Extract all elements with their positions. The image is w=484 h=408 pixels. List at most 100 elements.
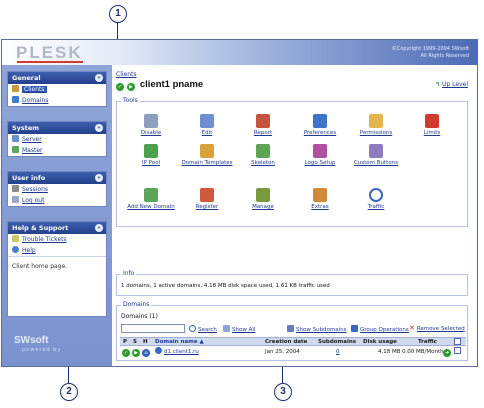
col-creation-date[interactable]: Creation date: [265, 338, 307, 346]
traffic-icon: [369, 188, 383, 202]
sidebar-item-master[interactable]: Master: [8, 145, 106, 156]
tool-register[interactable]: Register: [178, 188, 236, 210]
plesk-logo: PLESK: [16, 43, 83, 62]
col-domain-name[interactable]: Domain name ▲: [155, 338, 204, 346]
search-button[interactable]: Search: [189, 325, 217, 333]
domains-icon: [12, 96, 19, 103]
info-panel: Info 1 domains, 1 active domains, 4.18 M…: [116, 270, 468, 296]
edit-icon: [200, 114, 214, 128]
disable-icon: [144, 114, 158, 128]
up-level-link[interactable]: ↰ Up Level: [435, 81, 468, 88]
limits-icon: [425, 114, 439, 128]
help-icon: [12, 246, 19, 253]
tool-report[interactable]: Report: [234, 114, 292, 136]
play-icon: ▶: [132, 347, 141, 357]
search-input[interactable]: [121, 324, 185, 333]
collapse-icon[interactable]: «: [95, 74, 103, 82]
add-domain-icon: [144, 188, 158, 202]
callout-3: 3: [274, 383, 292, 401]
nav-block-help-support: Help & Support « Trouble Tickets Help Cli…: [7, 221, 107, 317]
context-hint: Client home page.: [8, 256, 106, 316]
sidebar-item-domains[interactable]: Domains: [8, 95, 106, 106]
tool-preferences[interactable]: Preferences: [291, 114, 349, 136]
sidebar-item-sessions[interactable]: Sessions: [8, 184, 106, 195]
nav-block-system: System « Server Master: [7, 121, 107, 157]
plesk-window: PLESK ©Copyright 1999-2004 SWsoft All Ri…: [1, 39, 478, 367]
tool-edit[interactable]: Edit: [178, 114, 236, 136]
tool-custom-buttons[interactable]: Custom Buttons: [347, 144, 405, 166]
domains-table-header: P S H Domain name ▲ Creation date Subdom…: [120, 337, 466, 346]
domains-panel: Domains Domains (1) Search Show All Show…: [116, 301, 468, 361]
collapse-icon[interactable]: «: [95, 174, 103, 182]
breadcrumb[interactable]: Clients: [116, 71, 137, 78]
col-s[interactable]: S: [133, 338, 137, 346]
logout-icon: [12, 196, 19, 203]
col-traffic[interactable]: Traffic: [418, 338, 437, 346]
collapse-icon[interactable]: «: [95, 124, 103, 132]
tool-add-new-domain[interactable]: Add New Domain: [122, 188, 180, 210]
top-banner: PLESK ©Copyright 1999-2004 SWsoft All Ri…: [2, 40, 477, 65]
master-icon: [12, 146, 19, 153]
clients-icon: [12, 85, 19, 92]
group-operations-icon: [351, 325, 358, 332]
nav-block-general: General « Clients Domains: [7, 71, 107, 107]
domain-templates-icon: [200, 144, 214, 158]
play-icon: ▶: [126, 83, 135, 91]
tool-manage[interactable]: Manage: [234, 188, 292, 210]
sidebar-item-server[interactable]: Server: [8, 134, 106, 145]
row-checkbox[interactable]: [454, 347, 461, 357]
go-arrow-icon[interactable]: ➜: [443, 347, 452, 357]
tool-extras[interactable]: Extras: [291, 188, 349, 210]
remove-selected-button[interactable]: ✕ Remove Selected: [409, 324, 465, 332]
powered-by-text: powered by: [22, 347, 62, 353]
sidebar-item-logout[interactable]: Log out: [8, 195, 106, 206]
nav-block-title: User info «: [8, 172, 106, 184]
tool-logo-setup[interactable]: Logo Setup: [291, 144, 349, 166]
tool-skeleton[interactable]: Skeleton: [234, 144, 292, 166]
show-all-icon: [223, 325, 230, 332]
sessions-icon: [12, 185, 19, 192]
tool-limits[interactable]: Limits: [403, 114, 461, 136]
nav-block-title: Help & Support «: [8, 222, 106, 234]
search-icon: [189, 325, 196, 332]
col-p[interactable]: P: [123, 338, 127, 346]
page-title: client1 pname: [139, 79, 204, 90]
creation-date: Jan 25, 2004: [265, 349, 300, 355]
sidebar-item-clients[interactable]: Clients: [8, 84, 106, 95]
disk-usage: 4.18 MB: [378, 349, 401, 355]
tickets-icon: [12, 235, 19, 242]
hosting-icon: ⌂: [142, 347, 151, 357]
callout-2: 2: [60, 383, 78, 401]
tool-domain-templates[interactable]: Domain Templates: [178, 144, 236, 166]
collapse-icon[interactable]: «: [95, 224, 103, 232]
sidebar-item-help[interactable]: Help: [8, 245, 106, 256]
nav-block-title: System «: [8, 122, 106, 134]
domain-icon: [155, 347, 162, 354]
subdomain-count-link[interactable]: 0: [336, 347, 340, 357]
col-subdomains[interactable]: Subdomains: [318, 338, 356, 346]
domain-link[interactable]: d1.client1.ru: [155, 347, 199, 357]
tool-disable[interactable]: Disable: [122, 114, 180, 136]
register-icon: [200, 188, 214, 202]
tool-traffic[interactable]: Traffic: [347, 188, 405, 210]
sidebar-item-trouble-tickets[interactable]: Trouble Tickets: [8, 234, 106, 245]
status-ok-icon: ✓: [116, 83, 124, 91]
show-subdomains-button[interactable]: Show Subdomains: [287, 325, 347, 333]
show-all-button[interactable]: Show All: [223, 325, 255, 333]
tools-panel: Tools Disable Edit Report Preferences Pe…: [116, 97, 468, 227]
permissions-icon: [369, 114, 383, 128]
copyright-notice: ©Copyright 1999-2004 SWsoft All Rights R…: [391, 46, 469, 59]
col-disk-usage[interactable]: Disk usage: [363, 338, 397, 346]
callout-3-leader: [282, 366, 283, 383]
nav-block-user-info: User info « Sessions Log out: [7, 171, 107, 207]
table-row: ✓ ▶ ⌂ d1.client1.ru Jan 25, 2004 0 4.18 …: [120, 347, 466, 357]
col-h[interactable]: H: [143, 338, 148, 346]
select-all-checkbox[interactable]: [454, 338, 461, 347]
group-operations-button[interactable]: Group Operations: [351, 325, 409, 333]
tool-permissions[interactable]: Permissions: [347, 114, 405, 136]
main-content: Clients ✓ ▶ client1 pname ↰ Up Level Tool…: [114, 65, 476, 366]
swsoft-logo: SWsoft: [14, 335, 49, 346]
ip-pool-icon: [144, 144, 158, 158]
callout-1: 1: [109, 5, 127, 23]
tool-ip-pool[interactable]: IP Pool: [122, 144, 180, 166]
